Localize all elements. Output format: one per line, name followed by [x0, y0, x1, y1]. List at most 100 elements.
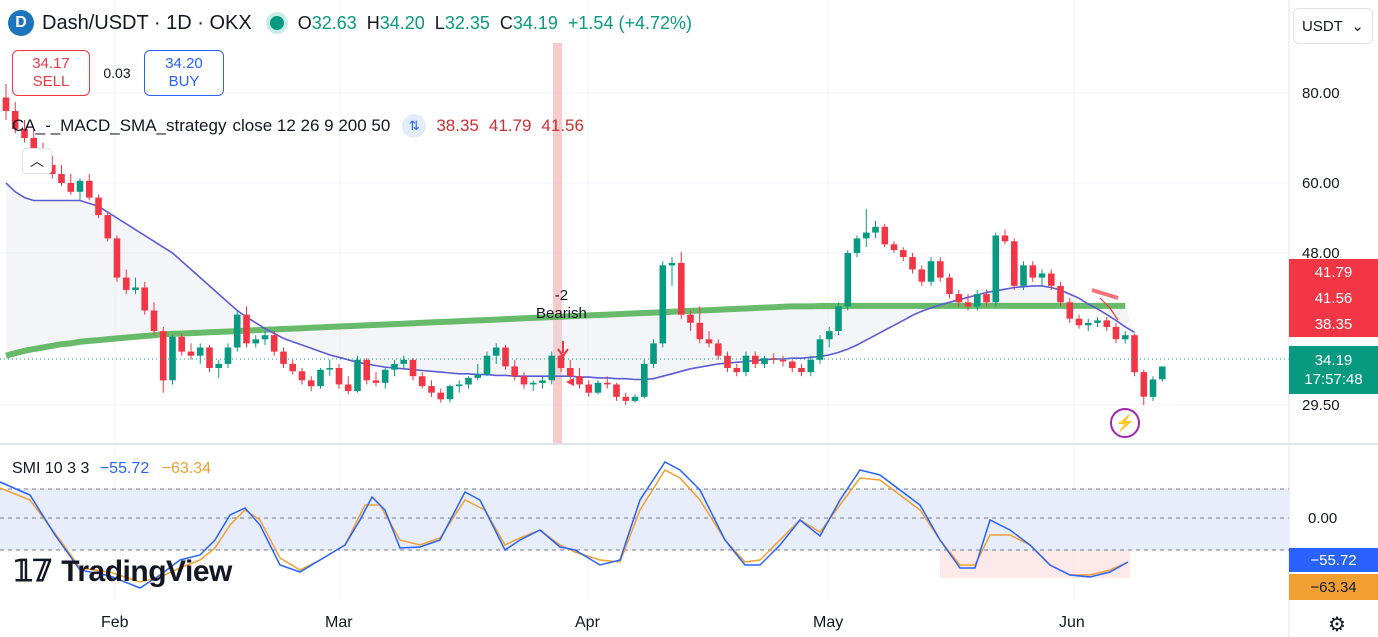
- candle-body: [918, 269, 926, 282]
- candle-body: [437, 392, 444, 400]
- candle-body: [1159, 366, 1166, 380]
- candle-body: [687, 314, 694, 323]
- candle-body: [409, 359, 417, 377]
- candle-body: [890, 244, 898, 251]
- candle-body: [1131, 335, 1138, 373]
- candle-body: [187, 351, 195, 356]
- strategy-name: CA_-_MACD_SMA_strategy: [12, 116, 227, 135]
- sell-price: 34.17: [32, 55, 70, 72]
- candle-body: [113, 238, 121, 278]
- currency-value: USDT: [1302, 17, 1343, 35]
- candle-body: [58, 174, 65, 183]
- candle-body: [372, 380, 380, 383]
- candle-body: [567, 368, 574, 377]
- candle-body: [964, 302, 972, 307]
- candle-body: [178, 336, 185, 352]
- candle-body: [280, 351, 287, 364]
- signal-text: Bearish: [536, 305, 587, 322]
- flash-icon[interactable]: ⚡: [1110, 408, 1140, 438]
- candle-body: [622, 396, 630, 401]
- buy-button[interactable]: 34.20 BUY: [144, 50, 224, 96]
- candle-body: [1038, 273, 1046, 278]
- candle-body: [705, 339, 713, 344]
- candle-body: [1094, 320, 1101, 323]
- candle-body: [326, 368, 333, 370]
- candle-body: [668, 262, 676, 266]
- open-value: 32.63: [311, 12, 357, 33]
- candle-body: [678, 262, 685, 315]
- candle-body: [224, 347, 232, 364]
- candle-body: [196, 347, 204, 356]
- arrows-up-down-icon[interactable]: ⇅: [402, 114, 427, 138]
- settings-gear-icon[interactable]: ⚙: [1328, 612, 1346, 637]
- candle-body: [715, 343, 722, 356]
- candle-body: [67, 183, 75, 192]
- tv-mark-icon: 𝟙𝟟: [14, 555, 52, 588]
- candle-body: [863, 232, 870, 239]
- sell-button[interactable]: 34.17 SELL: [12, 50, 90, 96]
- candle-body: [659, 265, 667, 344]
- strategy-legend[interactable]: CA_-_MACD_SMA_strategy close 12 26 9 200…: [12, 114, 594, 138]
- candle-body: [631, 396, 639, 401]
- candle-body: [206, 347, 213, 368]
- price-tag-41-79: 41.79: [1289, 259, 1378, 286]
- candle-body: [844, 253, 852, 307]
- candle-body: [270, 335, 278, 352]
- low-value: 32.35: [444, 12, 490, 33]
- candle-body: [1149, 379, 1157, 397]
- strategy-value-3: 41.56: [541, 116, 584, 135]
- candle-body: [724, 355, 731, 368]
- candle-body: [335, 368, 343, 385]
- candle-body: [1066, 302, 1074, 319]
- close-label: C: [499, 12, 513, 33]
- x-tick-mar: Mar: [325, 614, 353, 631]
- x-tick-feb: Feb: [101, 614, 129, 631]
- candle-body: [585, 384, 593, 393]
- candle-body: [983, 294, 990, 303]
- candle-body: [215, 363, 222, 368]
- candle-body: [807, 359, 815, 373]
- candle-body: [354, 359, 361, 391]
- buy-label: BUY: [168, 73, 200, 90]
- candle-body: [1029, 265, 1037, 278]
- current-price-tag: 34.19 17:57:48: [1289, 346, 1378, 394]
- y-tick-80: 80.00: [1302, 85, 1340, 102]
- candle-body: [872, 226, 879, 233]
- y-tick-29-50: 29.50: [1302, 397, 1340, 414]
- candle-body: [576, 376, 583, 385]
- candle-body: [594, 382, 602, 393]
- low-label: L: [434, 12, 445, 33]
- candle-body: [539, 380, 546, 383]
- collapse-legend-button[interactable]: ︿: [22, 148, 52, 174]
- candle-body: [428, 386, 435, 393]
- bar-countdown: 17:57:48: [1304, 371, 1363, 388]
- candle-body: [95, 197, 102, 216]
- candle-body: [492, 347, 500, 356]
- candle-body: [1057, 285, 1064, 303]
- smi-legend[interactable]: SMI 10 3 3 −55.72 −63.34: [12, 460, 211, 478]
- candle-body: [946, 277, 953, 294]
- trade-panel: 34.17 SELL 0.03 34.20 BUY: [12, 50, 224, 96]
- symbol-title[interactable]: Dash/USDT · 1D · OKX: [42, 12, 252, 35]
- currency-select[interactable]: USDT ⌄: [1293, 8, 1373, 44]
- candle-body: [446, 386, 454, 400]
- smi-signal-tag: −63.34: [1289, 574, 1378, 600]
- candle-body: [363, 359, 370, 381]
- dash-logo-icon: D: [8, 10, 34, 36]
- candle-body: [252, 339, 259, 344]
- change-value: +1.54 (+4.72%): [567, 12, 692, 33]
- spread-value: 0.03: [103, 65, 131, 81]
- price-tag-41-56: 41.56: [1289, 286, 1378, 311]
- candle-body: [344, 384, 352, 392]
- candle-body: [381, 369, 389, 383]
- candle-body: [742, 355, 750, 373]
- candle-body: [909, 257, 916, 270]
- candle-body: [159, 331, 167, 381]
- x-tick-jun: Jun: [1059, 614, 1085, 631]
- candle-body: [474, 374, 481, 378]
- candle-body: [650, 343, 657, 364]
- chevron-down-icon: ⌄: [1351, 18, 1364, 35]
- tradingview-logo: 𝟙𝟟 TradingView: [14, 554, 232, 589]
- candle-body: [141, 287, 148, 311]
- candle-body: [1112, 326, 1120, 340]
